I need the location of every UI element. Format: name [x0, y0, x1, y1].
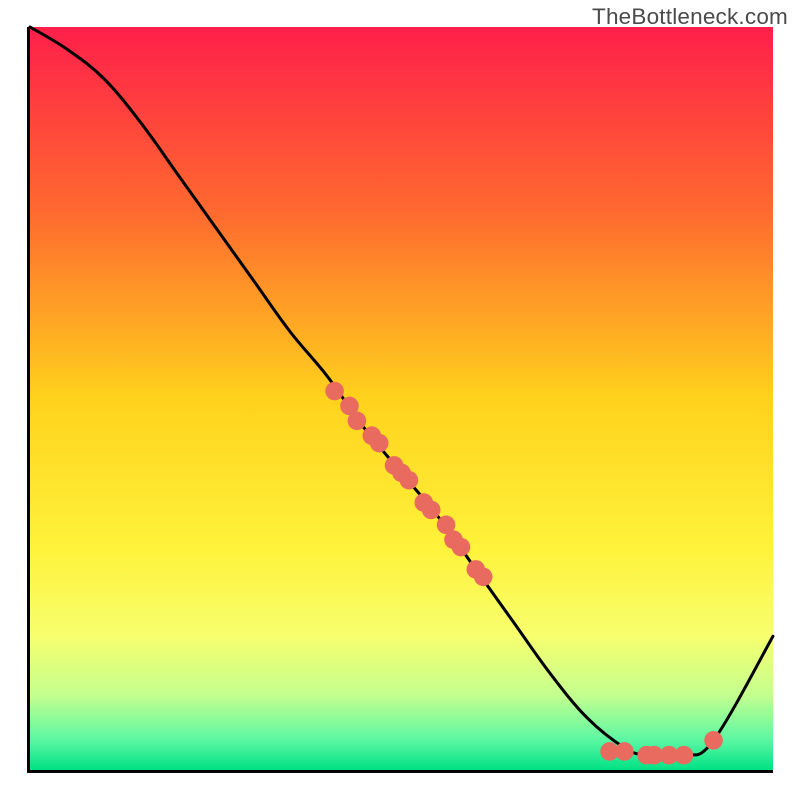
highlight-point: [325, 382, 344, 401]
highlight-point: [422, 501, 441, 520]
highlight-point: [452, 538, 471, 557]
curve-layer: [30, 27, 773, 770]
highlight-point: [370, 434, 389, 453]
chart-container: TheBottleneck.com: [0, 0, 800, 800]
watermark-text: TheBottleneck.com: [592, 4, 788, 30]
highlight-point: [704, 731, 723, 750]
highlight-point: [615, 742, 634, 761]
plot-area: [27, 27, 773, 773]
highlight-point: [675, 746, 694, 765]
highlight-point: [400, 471, 419, 490]
highlight-point: [474, 568, 493, 587]
bottleneck-curve: [30, 27, 773, 757]
highlight-points: [325, 382, 723, 765]
highlight-point: [348, 412, 367, 431]
